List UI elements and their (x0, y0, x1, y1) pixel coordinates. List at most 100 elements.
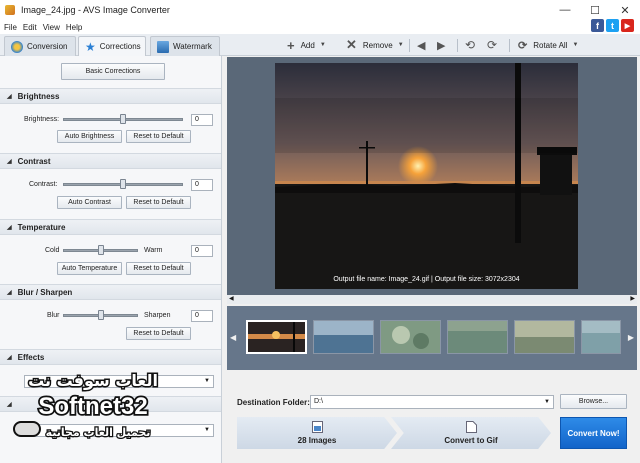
brightness-label: Brightness: (24, 116, 60, 123)
separator (457, 39, 458, 52)
collapse-icon: ◢ (7, 158, 12, 165)
contrast-slider-thumb[interactable] (120, 179, 126, 189)
browse-button[interactable]: Browse... (560, 394, 627, 409)
output-info: Output file name: Image_24.gif | Output … (333, 276, 520, 283)
collapse-icon: ◢ (7, 93, 12, 100)
thumbnail[interactable] (380, 320, 441, 354)
minimize-button[interactable]: — (550, 0, 580, 20)
brightness-title: Brightness (17, 91, 60, 101)
watermark-line2: Softnet32 (38, 393, 147, 420)
step-convert-format-label: Convert to Gif (444, 436, 498, 445)
file-format-icon (465, 421, 477, 433)
preview-horizontal-scrollbar[interactable]: ◀ ▶ (227, 295, 637, 304)
facebook-icon[interactable]: f (591, 19, 604, 32)
menu-help[interactable]: Help (66, 23, 82, 32)
temperature-slider-thumb[interactable] (97, 245, 104, 255)
auto-contrast-button[interactable]: Auto Contrast (57, 196, 122, 209)
reset-contrast-button[interactable]: Reset to Default (126, 196, 191, 209)
image-preview-area: Output file name: Image_24.gif | Output … (227, 57, 637, 295)
star-icon: ★ (85, 39, 96, 54)
cold-label: Cold (45, 247, 60, 254)
strip-right-arrow-icon[interactable]: ▶ (628, 333, 634, 342)
effects-section-header[interactable]: ◢ Effects (0, 349, 221, 365)
contrast-value-input[interactable]: 0 (191, 179, 213, 191)
remove-button[interactable]: ✕ Remove ▼ (346, 37, 404, 52)
thumbnail[interactable] (313, 320, 374, 354)
step-images[interactable]: 28 Images (237, 417, 397, 449)
thumbnail[interactable] (514, 320, 575, 354)
rotate-right-button[interactable]: ⟳ (487, 38, 497, 52)
brightness-value-input[interactable]: 0 (191, 114, 213, 126)
main-toolbar: Conversion ★ Corrections Watermark + Add… (0, 34, 640, 56)
reset-brightness-button[interactable]: Reset to Default (126, 130, 191, 143)
blur-sharpen-section-header[interactable]: ◢ Blur / Sharpen (0, 284, 221, 300)
chevron-down-icon: ▼ (204, 378, 210, 384)
rotate-all-button[interactable]: ⟳ Rotate All ▼ (518, 38, 578, 52)
destination-folder-label: Destination Folder: (237, 398, 310, 407)
twitter-icon[interactable]: t (606, 19, 619, 32)
scroll-right-icon[interactable]: ▶ (630, 295, 635, 302)
tab-corrections-label: Corrections (99, 42, 141, 51)
tab-watermark-label: Watermark (173, 42, 212, 51)
images-icon (311, 421, 323, 433)
rotate-left-button[interactable]: ⟲ (465, 38, 475, 52)
app-icon (5, 5, 15, 15)
output-bar: Destination Folder: D:\ ▼ Browse... 28 I… (227, 374, 637, 463)
tab-corrections[interactable]: ★ Corrections (78, 36, 146, 56)
maximize-button[interactable]: ☐ (580, 0, 610, 20)
tab-watermark[interactable]: Watermark (150, 36, 220, 56)
rotate-right-icon: ⟳ (487, 38, 498, 52)
conversion-icon (11, 40, 23, 53)
menu-file[interactable]: File (4, 23, 17, 32)
previous-button[interactable]: ◀ (417, 38, 425, 52)
tab-conversion[interactable]: Conversion (4, 36, 76, 56)
contrast-section-header[interactable]: ◢ Contrast (0, 153, 221, 169)
conversion-steps: 28 Images Convert to Gif (237, 417, 557, 449)
preview-image: Output file name: Image_24.gif | Output … (275, 63, 578, 289)
close-button[interactable]: ✕ (610, 0, 640, 20)
thumbnail[interactable] (581, 320, 621, 354)
auto-brightness-button[interactable]: Auto Brightness (57, 130, 122, 143)
step-convert-format[interactable]: Convert to Gif (391, 417, 551, 449)
brightness-slider-thumb[interactable] (120, 114, 126, 124)
site-watermark-logo: العاب سوفت نت Softnet32 تحميل العاب مجان… (8, 366, 178, 446)
social-links: f t ▶ (591, 19, 634, 32)
reset-blur-sharpen-button[interactable]: Reset to Default (126, 327, 191, 340)
menu-edit[interactable]: Edit (23, 23, 37, 32)
reset-temperature-button[interactable]: Reset to Default (126, 262, 191, 275)
thumbnail[interactable] (246, 320, 307, 354)
title-bar: Image_24.jpg - AVS Image Converter — ☐ ✕ (0, 0, 640, 20)
menu-view[interactable]: View (43, 23, 60, 32)
x-icon: ✕ (346, 37, 357, 52)
temperature-value-input[interactable]: 0 (191, 245, 213, 257)
convert-now-button[interactable]: Convert Now! (560, 417, 627, 449)
destination-folder-input[interactable]: D:\ ▼ (310, 395, 554, 409)
sharpen-label: Sharpen (144, 312, 171, 319)
arrow-left-icon: ◀ (417, 39, 426, 52)
rotate-left-icon: ⟲ (465, 38, 476, 52)
destination-folder-value: D:\ (314, 398, 323, 405)
collapse-icon: ◢ (7, 224, 12, 231)
remove-label: Remove (362, 40, 393, 50)
effects-title: Effects (17, 352, 45, 362)
add-label: Add (300, 40, 315, 50)
chevron-down-icon[interactable]: ▼ (544, 396, 550, 408)
thumbnail[interactable] (447, 320, 508, 354)
basic-corrections-button[interactable]: Basic Corrections (61, 63, 165, 80)
brightness-section-header[interactable]: ◢ Brightness (0, 88, 221, 104)
rotate-all-label: Rotate All (533, 40, 568, 50)
blur-sharpen-value-input[interactable]: 0 (191, 310, 213, 322)
scroll-left-icon[interactable]: ◀ (229, 295, 234, 302)
add-button[interactable]: + Add ▼ (287, 37, 326, 53)
thumbnail-strip: ◀ ▶ (227, 306, 637, 370)
temperature-section-header[interactable]: ◢ Temperature (0, 219, 221, 235)
youtube-icon[interactable]: ▶ (621, 19, 634, 32)
blur-sharpen-slider-thumb[interactable] (97, 310, 104, 320)
auto-temperature-button[interactable]: Auto Temperature (57, 262, 122, 275)
contrast-title: Contrast (17, 156, 51, 166)
chevron-down-icon: ▼ (204, 427, 210, 433)
next-button[interactable]: ▶ (437, 38, 445, 52)
strip-left-arrow-icon[interactable]: ◀ (230, 333, 236, 342)
chevron-down-icon: ▼ (572, 42, 579, 48)
plus-icon: + (287, 37, 295, 53)
